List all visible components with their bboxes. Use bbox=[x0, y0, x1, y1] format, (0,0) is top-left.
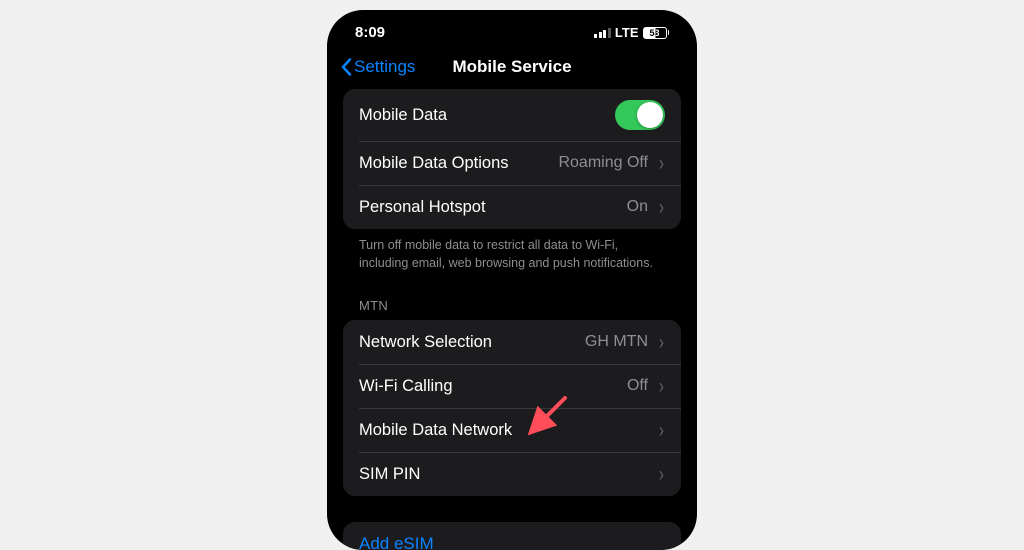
chevron-right-icon: › bbox=[659, 464, 664, 485]
row-network-selection[interactable]: Network Selection GH MTN › bbox=[343, 320, 681, 364]
row-label: Mobile Data Options bbox=[359, 154, 509, 173]
battery-icon: 53 bbox=[643, 27, 670, 39]
content: Mobile Data Mobile Data Options Roaming … bbox=[327, 89, 697, 550]
group-esim: Add eSIM bbox=[343, 522, 681, 550]
toggle-mobile-data[interactable] bbox=[615, 100, 665, 130]
row-mobile-data-network[interactable]: Mobile Data Network › bbox=[343, 408, 681, 452]
row-label: Personal Hotspot bbox=[359, 198, 486, 217]
row-personal-hotspot[interactable]: Personal Hotspot On › bbox=[343, 185, 681, 229]
status-bar: 8:09 LTE 53 bbox=[327, 10, 697, 47]
row-mobile-data-options[interactable]: Mobile Data Options Roaming Off › bbox=[343, 141, 681, 185]
row-label: SIM PIN bbox=[359, 465, 420, 484]
row-add-esim[interactable]: Add eSIM bbox=[343, 522, 681, 550]
row-label: Mobile Data Network bbox=[359, 421, 512, 440]
chevron-left-icon bbox=[341, 58, 352, 76]
group-footer: Turn off mobile data to restrict all dat… bbox=[343, 229, 681, 276]
row-label: Wi-Fi Calling bbox=[359, 377, 453, 396]
chevron-right-icon: › bbox=[659, 332, 664, 353]
row-value: Off bbox=[627, 377, 648, 395]
network-label: LTE bbox=[615, 25, 639, 40]
back-button[interactable]: Settings bbox=[341, 57, 415, 77]
section-header-carrier: MTN bbox=[343, 276, 681, 320]
group-carrier: Network Selection GH MTN › Wi-Fi Calling… bbox=[343, 320, 681, 496]
row-value: GH MTN bbox=[585, 333, 648, 351]
row-label: Mobile Data bbox=[359, 106, 447, 125]
row-wifi-calling[interactable]: Wi-Fi Calling Off › bbox=[343, 364, 681, 408]
row-value: On bbox=[627, 198, 648, 216]
chevron-right-icon: › bbox=[659, 153, 664, 174]
status-time: 8:09 bbox=[355, 24, 385, 41]
phone-frame: 8:09 LTE 53 Settings Mobile Service Mobi… bbox=[327, 10, 697, 550]
add-esim-label: Add eSIM bbox=[359, 534, 434, 550]
row-value: Roaming Off bbox=[558, 154, 648, 172]
group-mobile-data: Mobile Data Mobile Data Options Roaming … bbox=[343, 89, 681, 229]
nav-bar: Settings Mobile Service bbox=[327, 47, 697, 89]
chevron-right-icon: › bbox=[659, 420, 664, 441]
chevron-right-icon: › bbox=[659, 197, 664, 218]
signal-icon bbox=[594, 28, 611, 38]
row-sim-pin[interactable]: SIM PIN › bbox=[343, 452, 681, 496]
row-label: Network Selection bbox=[359, 333, 492, 352]
page-title: Mobile Service bbox=[452, 57, 571, 77]
status-right: LTE 53 bbox=[594, 25, 669, 40]
row-mobile-data[interactable]: Mobile Data bbox=[343, 89, 681, 141]
back-label: Settings bbox=[354, 57, 415, 77]
chevron-right-icon: › bbox=[659, 376, 664, 397]
